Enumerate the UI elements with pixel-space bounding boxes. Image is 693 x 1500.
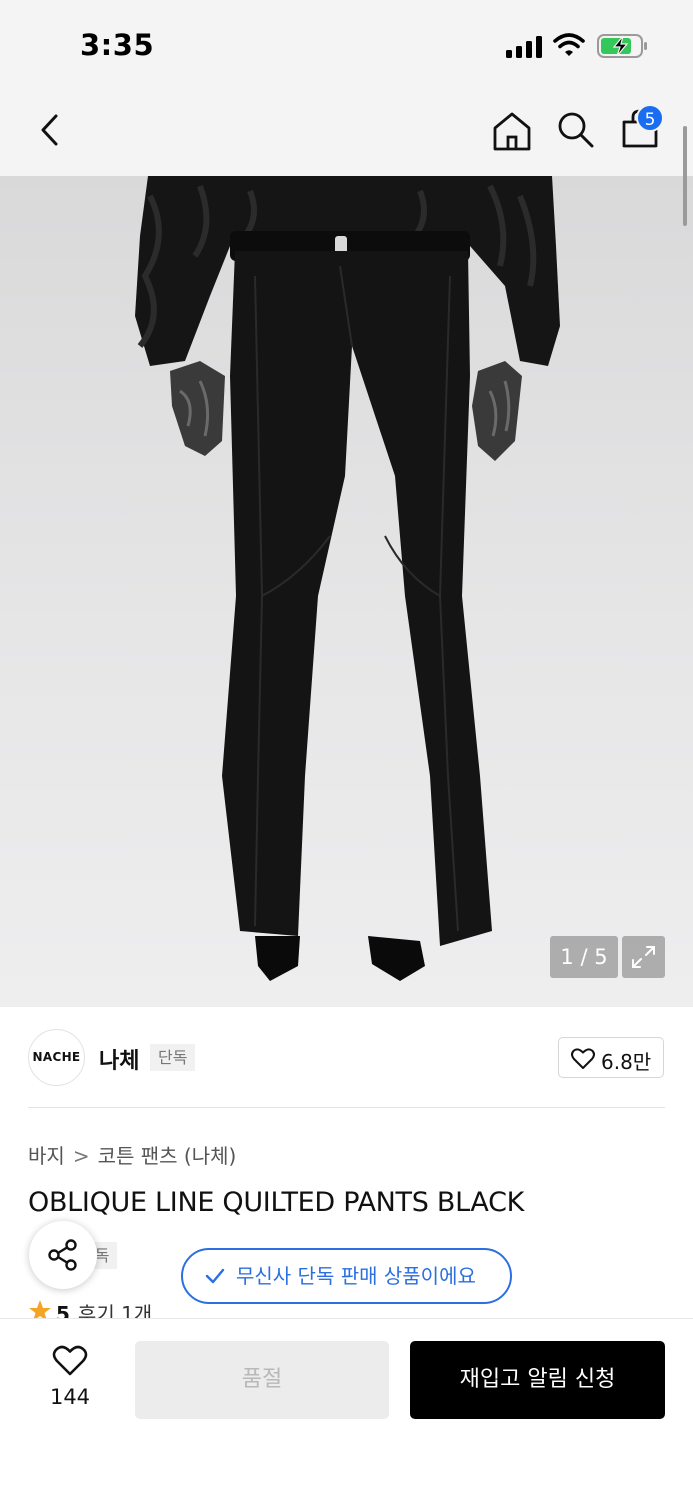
product-photo <box>135 176 560 981</box>
exclusive-notice-text: 무신사 단독 판매 상품이에요 <box>236 1264 476 1288</box>
bottom-action-bar: 144 품절 재입고 알림 신청 <box>0 1318 693 1500</box>
back-arrow-icon[interactable] <box>34 110 66 150</box>
breadcrumb: 바지 > 코튼 팬츠 (나체) <box>28 1140 236 1169</box>
image-counter: 1 / 5 <box>550 936 618 978</box>
status-bar: 3:35 <box>0 0 693 88</box>
scroll-indicator <box>683 126 687 226</box>
restock-alert-button[interactable]: 재입고 알림 신청 <box>410 1341 665 1419</box>
divider <box>28 1107 665 1108</box>
soldout-button: 품절 <box>135 1341 389 1419</box>
rating-row: 5 후기 1개 <box>28 1298 152 1320</box>
breadcrumb-subcategory[interactable]: 코튼 팬츠 (나체) <box>98 1144 237 1168</box>
product-title: OBLIQUE LINE QUILTED PANTS BLACK <box>28 1187 525 1218</box>
search-icon[interactable] <box>556 110 596 150</box>
wishlist-count: 144 <box>49 1385 91 1409</box>
status-time: 3:35 <box>80 28 155 62</box>
share-button[interactable] <box>29 1221 97 1289</box>
expand-icon <box>632 946 655 968</box>
share-icon <box>48 1239 77 1271</box>
breadcrumb-separator: > <box>72 1144 90 1168</box>
battery-charging-icon <box>597 34 647 58</box>
brand-logo[interactable]: NACHE <box>28 1029 85 1086</box>
star-icon <box>29 1300 51 1320</box>
exclusive-notice-pill: 무신사 단독 판매 상품이에요 <box>181 1248 512 1304</box>
breadcrumb-category[interactable]: 바지 <box>28 1144 65 1168</box>
exclusive-tag: 단독 <box>150 1044 196 1071</box>
check-icon <box>205 1268 225 1284</box>
cart-count-badge: 5 <box>636 104 664 132</box>
expand-image-button[interactable] <box>622 936 665 978</box>
top-nav-bar: 5 <box>0 88 693 176</box>
wifi-icon <box>553 33 585 56</box>
heart-icon <box>571 1048 595 1069</box>
home-icon[interactable] <box>492 110 532 152</box>
heart-icon <box>52 1345 88 1376</box>
product-image[interactable] <box>0 176 693 1007</box>
brand-like-button[interactable]: 6.8만 <box>558 1037 664 1078</box>
wishlist-button[interactable]: 144 <box>40 1343 100 1413</box>
cellular-signal-icon <box>506 36 542 58</box>
brand-like-count: 6.8만 <box>601 1050 652 1074</box>
brand-name[interactable]: 나체 <box>99 1043 139 1075</box>
